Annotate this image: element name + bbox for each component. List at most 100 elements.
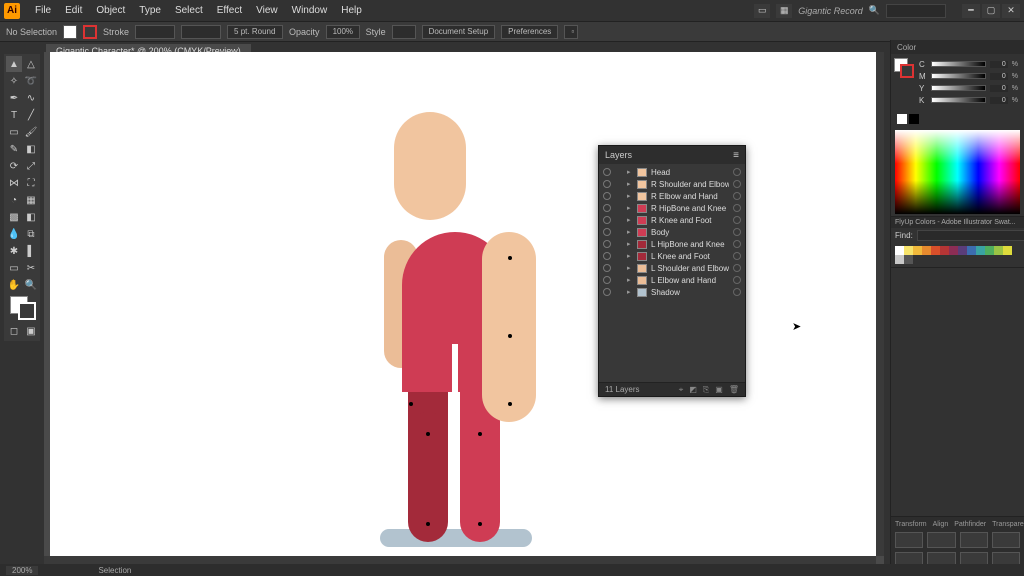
shaper-tool[interactable]: ✎ (6, 141, 22, 157)
channel-value[interactable]: 0 (990, 73, 1008, 80)
stroke-swatch[interactable] (83, 25, 97, 39)
swatch-chip[interactable] (1003, 246, 1012, 255)
slice-tool[interactable]: ✂ (23, 260, 39, 276)
graphic-style-select[interactable] (392, 25, 416, 39)
zoom-tool[interactable]: 🔍 (23, 277, 39, 293)
menu-view[interactable]: View (249, 5, 285, 16)
swatch-chip[interactable] (940, 246, 949, 255)
visibility-toggle-icon[interactable] (603, 240, 611, 248)
layer-name-label[interactable]: L Shoulder and Elbow (651, 264, 729, 273)
fill-swatch[interactable] (63, 25, 77, 39)
expand-triangle-icon[interactable]: ▸ (627, 240, 633, 248)
blend-tool[interactable]: ⧉ (23, 226, 39, 242)
new-layer-icon[interactable]: ▣ (715, 385, 723, 395)
line-tool[interactable]: ╱ (23, 107, 39, 123)
gradient-tool[interactable]: ◧ (23, 209, 39, 225)
transform-w-input[interactable] (927, 532, 955, 548)
layer-row[interactable]: ▸L HipBone and Knee (599, 238, 745, 250)
eraser-tool[interactable]: ◧ (23, 141, 39, 157)
artboard-tool[interactable]: ▭ (6, 260, 22, 276)
expand-triangle-icon[interactable]: ▸ (627, 204, 633, 212)
channel-slider[interactable] (931, 61, 986, 67)
expand-triangle-icon[interactable]: ▸ (627, 168, 633, 176)
visibility-toggle-icon[interactable] (603, 288, 611, 296)
layer-row[interactable]: ▸ R Knee and Foot (599, 214, 745, 226)
layer-row[interactable]: ▸R Shoulder and Elbow (599, 178, 745, 190)
free-transform-tool[interactable]: ⛶ (23, 175, 39, 191)
locate-object-icon[interactable]: ⌖ (679, 385, 684, 395)
window-minimize-button[interactable]: ━ (962, 4, 980, 18)
layer-name-label[interactable]: R Shoulder and Elbow (651, 180, 729, 189)
expand-triangle-icon[interactable]: ▸ (627, 216, 633, 224)
target-icon[interactable] (733, 264, 741, 272)
expand-triangle-icon[interactable]: ▸ (627, 288, 633, 296)
mini-swatch-black[interactable] (909, 114, 919, 124)
swatch-chip[interactable] (985, 246, 994, 255)
target-icon[interactable] (733, 240, 741, 248)
channel-slider[interactable] (931, 97, 986, 103)
swatch-chip[interactable] (994, 246, 1003, 255)
visibility-toggle-icon[interactable] (603, 264, 611, 272)
transform-link-button[interactable] (992, 532, 1020, 548)
stroke-color-swatch[interactable] (18, 302, 36, 320)
color-spectrum[interactable] (895, 130, 1020, 214)
swatch-chip[interactable] (904, 255, 913, 264)
magic-wand-tool[interactable]: ✧ (6, 73, 22, 89)
search-icon[interactable]: 🔍 (869, 5, 880, 16)
tab-transparency[interactable]: Transparency (992, 521, 1024, 528)
swatch-chip[interactable] (967, 246, 976, 255)
window-maximize-button[interactable]: ▢ (982, 4, 1000, 18)
menu-help[interactable]: Help (334, 5, 369, 16)
layer-name-label[interactable]: Shadow (651, 288, 729, 297)
channel-value[interactable]: 0 (990, 61, 1008, 68)
menu-window[interactable]: Window (285, 5, 335, 16)
window-close-button[interactable]: ✕ (1002, 4, 1020, 18)
column-graph-tool[interactable]: ▌ (23, 243, 39, 259)
preferences-button[interactable]: Preferences (501, 25, 558, 39)
swatch-chip[interactable] (958, 246, 967, 255)
swatch-chip[interactable] (976, 246, 985, 255)
perspective-grid-tool[interactable]: ▦ (23, 192, 39, 208)
color-stroke-swatch[interactable] (900, 64, 914, 78)
help-search-input[interactable] (886, 4, 946, 18)
swatch-chip[interactable] (949, 246, 958, 255)
tab-pathfinder[interactable]: Pathfinder (954, 521, 986, 528)
swatch-chip[interactable] (922, 246, 931, 255)
channel-slider[interactable] (931, 85, 986, 91)
layer-row[interactable]: ▸R HipBone and Knee (599, 202, 745, 214)
rotate-tool[interactable]: ⟳ (6, 158, 22, 174)
target-icon[interactable] (733, 204, 741, 212)
layer-row[interactable]: ▸L Knee and Foot (599, 250, 745, 262)
zoom-level[interactable]: 200% (6, 566, 38, 575)
lasso-tool[interactable]: ➰ (23, 73, 39, 89)
menu-effect[interactable]: Effect (210, 5, 249, 16)
layer-name-label[interactable]: L Elbow and Hand (651, 276, 729, 285)
layer-row[interactable]: ▸ L Elbow and Hand (599, 274, 745, 286)
selection-tool[interactable]: ▲ (6, 56, 22, 72)
visibility-toggle-icon[interactable] (603, 252, 611, 260)
target-icon[interactable] (733, 168, 741, 176)
layer-name-label[interactable]: R Elbow and Hand (651, 192, 729, 201)
screen-mode[interactable]: ▣ (23, 323, 39, 339)
brush-definition[interactable]: 5 pt. Round (227, 25, 283, 39)
transform-x-input[interactable] (895, 532, 923, 548)
layers-panel[interactable]: Layers ≡ ▸Head▸R Shoulder and Elbow▸R El… (598, 145, 746, 397)
visibility-toggle-icon[interactable] (603, 192, 611, 200)
make-clipping-mask-icon[interactable]: ◩ (689, 385, 697, 395)
panel-menu-icon[interactable]: ≡ (733, 150, 739, 161)
expand-triangle-icon[interactable]: ▸ (627, 192, 633, 200)
arrange-icon[interactable]: ▦ (776, 4, 792, 18)
type-tool[interactable]: T (6, 107, 22, 123)
visibility-toggle-icon[interactable] (603, 180, 611, 188)
fill-stroke-control[interactable] (6, 294, 39, 322)
layer-name-label[interactable]: R Knee and Foot (651, 216, 729, 225)
vertical-scrollbar[interactable] (876, 52, 884, 556)
mini-swatch-white[interactable] (897, 114, 907, 124)
visibility-toggle-icon[interactable] (603, 204, 611, 212)
width-tool[interactable]: ⋈ (6, 175, 22, 191)
expand-triangle-icon[interactable]: ▸ (627, 276, 633, 284)
expand-triangle-icon[interactable]: ▸ (627, 252, 633, 260)
channel-slider[interactable] (931, 73, 986, 79)
visibility-toggle-icon[interactable] (603, 276, 611, 284)
layer-name-label[interactable]: Head (651, 168, 729, 177)
